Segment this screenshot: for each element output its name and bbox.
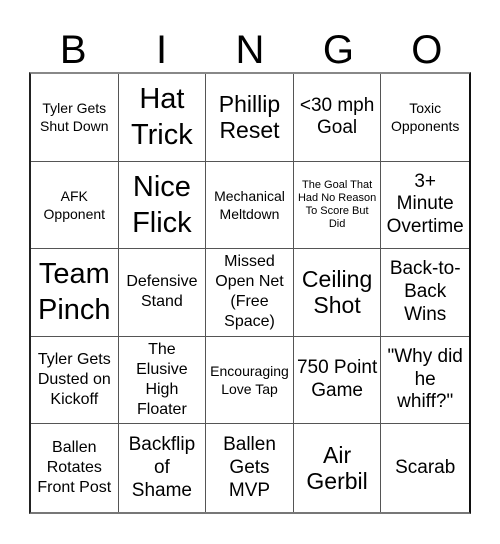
header-letter-n: N [235,28,265,72]
bingo-header: B I N G O [29,22,471,72]
bingo-cell[interactable]: <30 mph Goal [293,74,382,162]
bingo-cell[interactable]: "Why did he whiff?" [381,337,469,425]
bingo-cell[interactable]: The Elusive High Floater [118,336,207,425]
bingo-cell[interactable]: Defensive Stand [118,249,207,337]
bingo-cell[interactable]: Back-to-Back Wins [381,249,469,337]
bingo-cell[interactable]: 3+ Minute Overtime [381,162,469,250]
bingo-cell[interactable]: Mechanical Meltdown [206,161,294,250]
header-letter-o: O [411,28,443,72]
bingo-cell[interactable]: Tyler Gets Dusted on Kickoff [31,336,119,425]
bingo-cell[interactable]: Team Pinch [31,249,119,337]
bingo-cell[interactable]: Air Gerbil [294,424,382,512]
bingo-cell[interactable]: Tyler Gets Shut Down [31,74,119,162]
bingo-cell[interactable]: Scarab [381,424,469,512]
bingo-cell[interactable]: Toxic Opponents [381,74,469,162]
free-space-cell[interactable]: Missed Open Net (Free Space) [206,249,294,337]
bingo-cell[interactable]: Nice Flick [118,161,207,250]
bingo-cell[interactable]: The Goal That Had No Reason To Score But… [293,161,382,250]
bingo-cell[interactable]: AFK Opponent [31,161,119,250]
bingo-cell[interactable]: Ballen Gets MVP [206,424,294,512]
bingo-cell[interactable]: Backflip of Shame [119,424,207,512]
bingo-cell[interactable]: Ballen Rotates Front Post [31,424,119,512]
bingo-cell[interactable]: Phillip Reset [206,74,294,162]
bingo-cell[interactable]: Encouraging Love Tap [206,336,294,425]
bingo-cell[interactable]: Ceiling Shot [293,249,382,337]
header-letter-i: I [156,28,168,72]
bingo-board: Tyler Gets Shut Down Hat Trick Phillip R… [29,72,471,514]
bingo-cell[interactable]: Hat Trick [118,74,207,162]
header-letter-b: B [59,28,87,72]
header-letter-g: G [322,28,354,72]
bingo-cell[interactable]: 750 Point Game [293,336,382,425]
